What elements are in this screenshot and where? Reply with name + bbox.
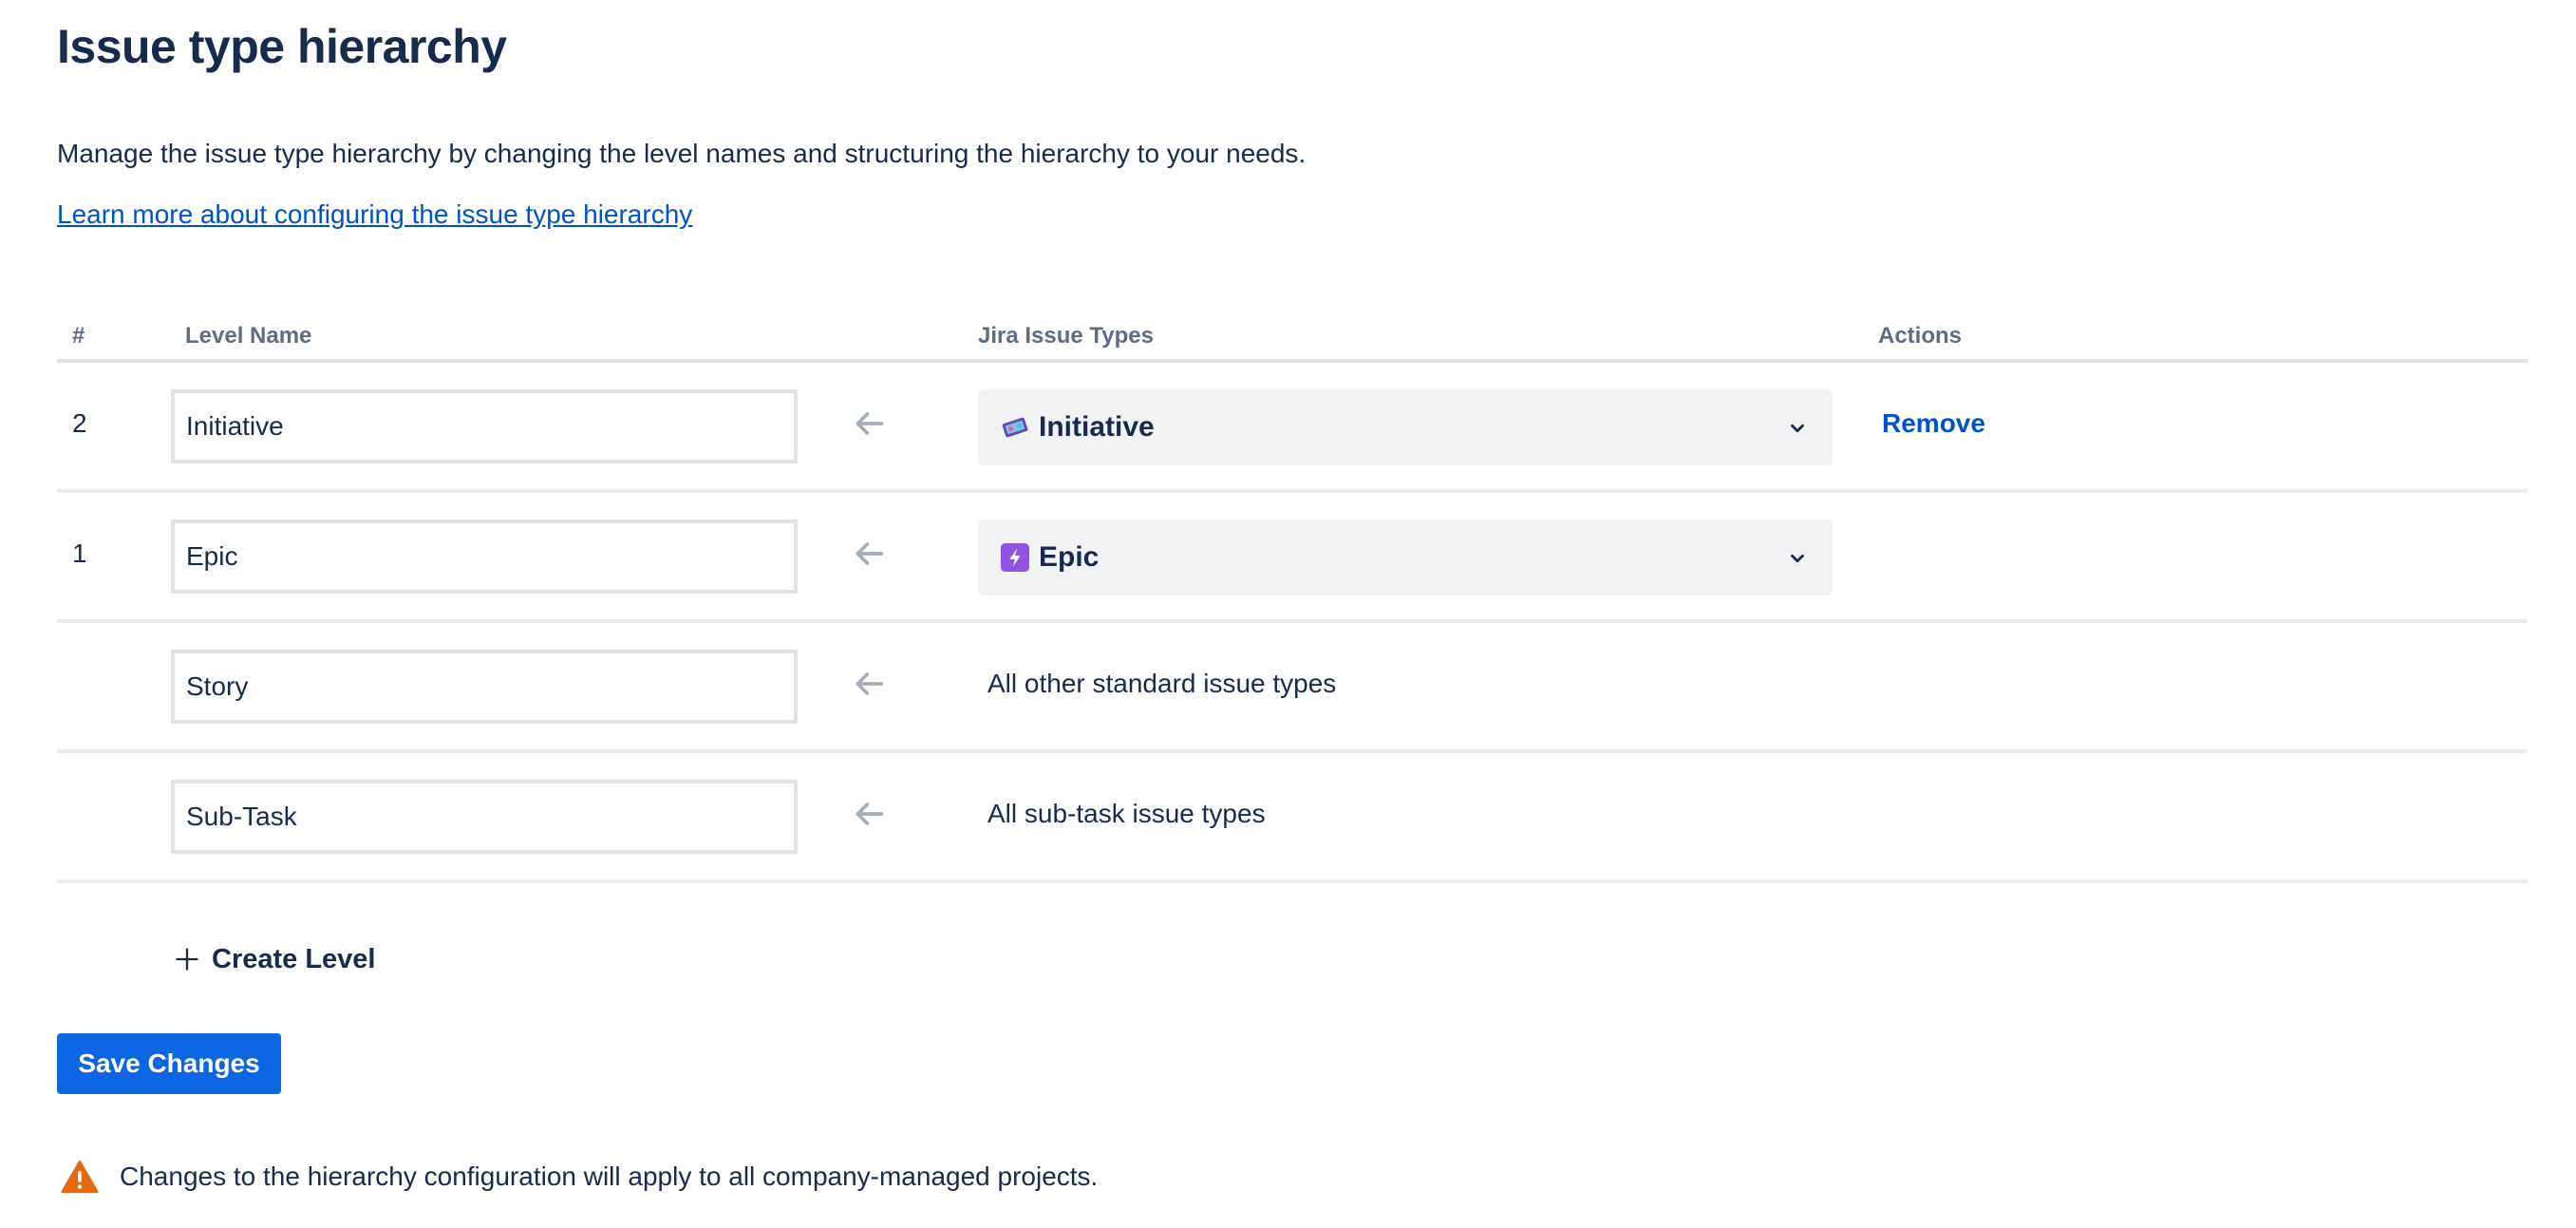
arrow-left-icon	[856, 672, 884, 695]
save-changes-button[interactable]: Save Changes	[57, 1033, 281, 1094]
level-name-input[interactable]	[171, 650, 798, 724]
warning-icon	[61, 1160, 99, 1194]
plus-icon	[176, 948, 198, 971]
table-row: All sub-task issue types	[57, 753, 2528, 883]
issue-type-hierarchy-page: Issue type hierarchy Manage the issue ty…	[0, 0, 2576, 1228]
level-name-input[interactable]	[171, 780, 798, 854]
epic-lightning-icon	[1001, 543, 1029, 572]
issue-type-label: Epic	[1039, 541, 1100, 573]
level-name-input[interactable]	[171, 389, 798, 463]
issue-type-label: Initiative	[1039, 411, 1155, 443]
arrow-left-icon	[856, 803, 884, 825]
level-number: 1	[72, 538, 87, 568]
level-name-input[interactable]	[171, 520, 798, 594]
page-title: Issue type hierarchy	[57, 20, 507, 73]
column-header-num: #	[72, 323, 85, 349]
column-header-actions: Actions	[1878, 323, 1963, 349]
issue-type-select[interactable]: Epic	[978, 520, 1833, 595]
chevron-down-icon	[1791, 424, 1804, 433]
initiative-icon	[1002, 417, 1028, 438]
hierarchy-table: # Level Name Jira Issue Types Actions 2	[57, 313, 2528, 883]
column-header-issue-types: Jira Issue Types	[978, 323, 1154, 349]
learn-more-link[interactable]: Learn more about configuring the issue t…	[57, 199, 692, 230]
column-header-level-name: Level Name	[185, 323, 312, 349]
create-level-button[interactable]: Create Level	[174, 940, 376, 978]
arrow-left-icon	[856, 412, 884, 435]
table-row: All other standard issue types	[57, 623, 2528, 753]
remove-level-button[interactable]: Remove	[1882, 408, 1985, 439]
issue-types-text: All other standard issue types	[987, 669, 1337, 698]
arrow-left-icon	[856, 542, 884, 565]
page-description: Manage the issue type hierarchy by chang…	[57, 139, 1307, 168]
warning-message: Changes to the hierarchy configuration w…	[61, 1159, 1098, 1195]
table-row: 2 Initiative Remove	[57, 363, 2528, 493]
issue-types-text: All sub-task issue types	[987, 799, 1266, 828]
warning-text: Changes to the hierarchy configuration w…	[120, 1162, 1099, 1191]
create-level-label: Create Level	[212, 943, 376, 974]
chevron-down-icon	[1791, 554, 1804, 563]
level-number: 2	[72, 408, 87, 438]
issue-type-select[interactable]: Initiative	[978, 389, 1833, 465]
table-row: 1 Epic	[57, 493, 2528, 623]
table-header: # Level Name Jira Issue Types Actions	[57, 313, 2528, 363]
